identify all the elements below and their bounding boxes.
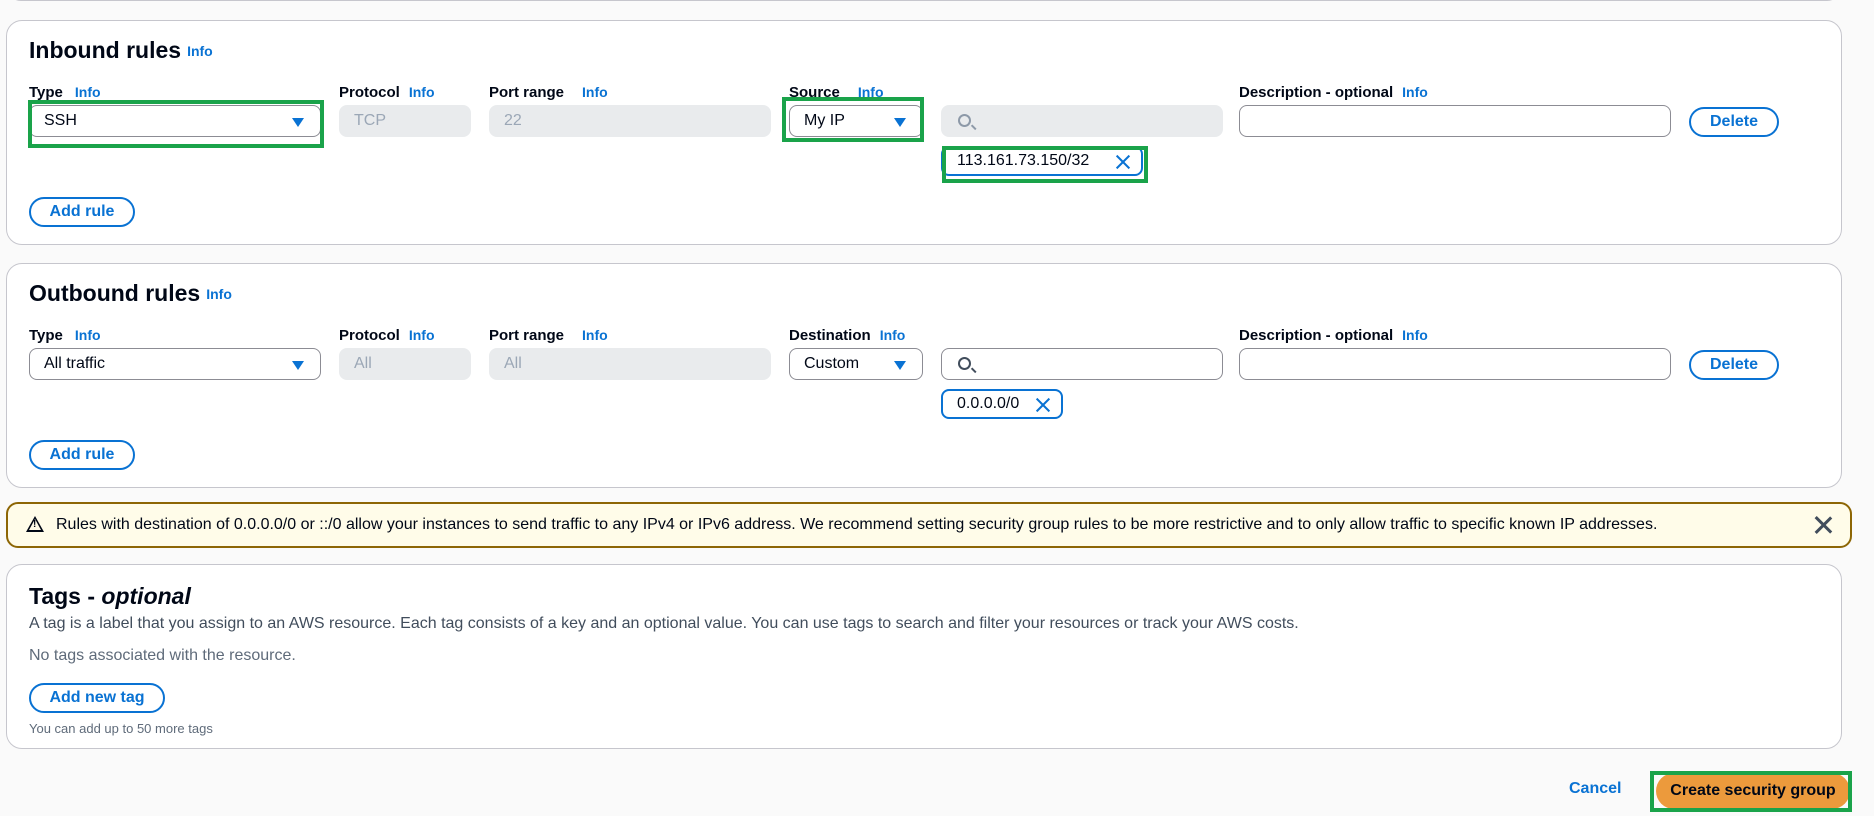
source-info-link[interactable]: Info xyxy=(858,84,884,100)
outbound-rules-panel: Outbound rules Info Type Info Protocol Info… xyxy=(6,263,1842,488)
caret-down-icon xyxy=(292,118,304,127)
source-search-input[interactable] xyxy=(941,105,1223,137)
destination-select[interactable]: Custom xyxy=(789,348,923,380)
type-select[interactable]: All traffic xyxy=(29,348,321,380)
remove-token-icon[interactable] xyxy=(1115,154,1131,170)
inbound-rules-info-link[interactable]: Info xyxy=(187,43,213,59)
port-range-info-link[interactable]: Info xyxy=(582,84,608,100)
destination-cidr-token: 0.0.0.0/0 xyxy=(941,389,1063,419)
description-label: Description - optional Info xyxy=(1239,327,1428,344)
destination-cidr-token-label: 0.0.0.0/0 xyxy=(957,395,1020,412)
port-range-field: All xyxy=(489,348,771,380)
inbound-rules-title: Inbound rules Info xyxy=(29,37,213,64)
inbound-rules-heading: Inbound rules xyxy=(29,37,182,63)
caret-down-icon xyxy=(292,361,304,370)
tags-limit-text: You can add up to 50 more tags xyxy=(29,721,213,736)
tags-heading-optional: optional xyxy=(101,583,191,609)
create-security-group-button[interactable]: Create security group xyxy=(1656,773,1850,809)
outbound-rules-heading: Outbound rules xyxy=(29,280,201,306)
port-range-field: 22 xyxy=(489,105,771,137)
tags-heading: Tags - xyxy=(29,583,102,609)
source-ip-token-label: 113.161.73.150/32 xyxy=(957,152,1090,169)
source-select[interactable]: My IP xyxy=(789,105,923,137)
protocol-field: All xyxy=(339,348,471,380)
tags-panel: Tags - optional A tag is a label that yo… xyxy=(6,564,1842,749)
source-select-value: My IP xyxy=(804,112,845,129)
add-outbound-rule-button[interactable]: Add rule xyxy=(29,440,135,470)
outbound-rules-info-link[interactable]: Info xyxy=(206,286,232,302)
port-range-info-link[interactable]: Info xyxy=(582,327,608,343)
destination-search-input[interactable] xyxy=(941,348,1223,380)
protocol-info-link[interactable]: Info xyxy=(409,327,435,343)
tags-description: A tag is a label that you assign to an A… xyxy=(29,615,1299,632)
cancel-button[interactable]: Cancel xyxy=(1569,780,1621,798)
previous-panel-edge xyxy=(6,0,1842,1)
destination-label: Destination Info xyxy=(789,327,906,344)
description-info-link[interactable]: Info xyxy=(1402,327,1428,343)
warning-alert: ! Rules with destination of 0.0.0.0/0 or… xyxy=(6,502,1852,548)
type-select-value: All traffic xyxy=(44,355,106,372)
no-tags-text: No tags associated with the resource. xyxy=(29,647,296,664)
description-label: Description - optional Info xyxy=(1239,84,1428,101)
inbound-rules-panel: Inbound rules Info Type Info Protocol Info … xyxy=(6,20,1842,245)
type-select-value: SSH xyxy=(44,112,77,129)
add-new-tag-button[interactable]: Add new tag xyxy=(29,683,165,713)
destination-select-value: Custom xyxy=(804,355,860,372)
type-select[interactable]: SSH xyxy=(29,105,321,137)
source-ip-token: 113.161.73.150/32 xyxy=(941,146,1143,176)
add-inbound-rule-button[interactable]: Add rule xyxy=(29,197,135,227)
delete-rule-button[interactable]: Delete xyxy=(1689,350,1779,380)
source-label: Source Info xyxy=(789,84,884,101)
description-info-link[interactable]: Info xyxy=(1402,84,1428,100)
protocol-info-link[interactable]: Info xyxy=(409,84,435,100)
outbound-rules-title: Outbound rules Info xyxy=(29,280,232,307)
protocol-field: TCP xyxy=(339,105,471,137)
caret-down-icon xyxy=(894,361,906,370)
delete-rule-button[interactable]: Delete xyxy=(1689,107,1779,137)
description-input[interactable] xyxy=(1239,105,1671,137)
close-icon[interactable] xyxy=(1814,516,1832,534)
tags-title: Tags - optional xyxy=(29,583,191,610)
search-icon xyxy=(958,114,971,127)
port-range-label: Port range Info xyxy=(489,84,608,101)
type-label: Type Info xyxy=(29,84,101,101)
protocol-label: Protocol Info xyxy=(339,327,435,344)
warning-text: Rules with destination of 0.0.0.0/0 or :… xyxy=(56,516,1658,533)
description-input[interactable] xyxy=(1239,348,1671,380)
destination-info-link[interactable]: Info xyxy=(880,327,906,343)
caret-down-icon xyxy=(894,118,906,127)
search-icon xyxy=(958,357,971,370)
type-info-link[interactable]: Info xyxy=(75,84,101,100)
type-info-link[interactable]: Info xyxy=(75,327,101,343)
remove-token-icon[interactable] xyxy=(1035,397,1051,413)
type-label: Type Info xyxy=(29,327,101,344)
protocol-label: Protocol Info xyxy=(339,84,435,101)
port-range-label: Port range Info xyxy=(489,327,608,344)
